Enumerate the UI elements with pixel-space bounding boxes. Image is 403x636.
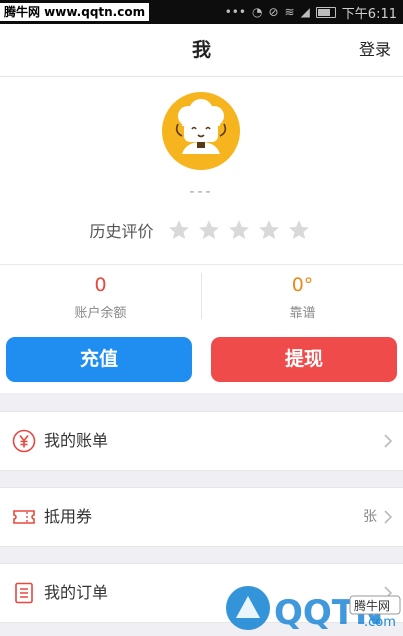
rating-row: 历史评价 [0,217,403,243]
menu-item-label: 抵用券 [44,507,93,526]
battery-icon [315,6,336,18]
reliability-value: 0° [291,274,314,296]
menu-item-label: 我的账单 [44,431,109,450]
menu-item-bills[interactable]: 我的账单 [0,411,403,471]
wifi-icon: ≋ [284,5,295,19]
menu-item-coupons[interactable]: 抵用券 张 [0,487,403,547]
rating-label: 历史评价 [89,222,154,241]
yen-icon [12,429,36,453]
star-icon [198,220,219,239]
chevron-right-icon [384,434,393,448]
status-bar: 腾牛网 www.qqtn.com ••• ◔ ⊘ ≋ ◢ 下午6:11 [0,0,403,24]
status-time: 下午6:11 [341,6,397,22]
star-icon [258,220,279,239]
withdraw-button[interactable]: 提现 [211,337,397,382]
alarm-icon: ◔ [251,5,263,19]
status-icons: ••• ◔ ⊘ ≋ ◢ 下午6:11 [225,0,397,24]
ticket-icon [13,510,35,524]
nav-bar: 我 登录 [0,24,403,77]
account-stats: 0 账户余额 0° 靠谱 [0,264,403,328]
signal-icon: ◢ [300,5,310,19]
menu-item-value: 张 [363,509,377,525]
balance-stat[interactable]: 0 账户余额 [0,265,201,327]
more-icon: ••• [224,5,246,19]
no-sim-icon: ⊘ [268,5,279,19]
login-button[interactable]: 登录 [359,24,391,76]
reliability-label: 靠谱 [289,306,316,321]
watermark-banner: 腾牛网 www.qqtn.com [0,3,150,21]
recharge-button[interactable]: 充值 [6,337,192,382]
chef-avatar-icon[interactable] [162,92,240,170]
profile-section: --- 历史评价 [0,77,403,264]
balance-label: 账户余额 [74,306,127,321]
list-icon [15,582,33,604]
star-icon [288,220,309,239]
star-icon [228,220,249,239]
qqtn-watermark-logo: QQTN .com 腾牛网 [226,586,401,633]
page-title: 我 [191,39,211,61]
watermark-domain: .com [364,615,396,630]
menu-item-label: 我的订单 [44,583,109,602]
action-buttons: 充值 提现 [0,327,403,393]
reliability-stat[interactable]: 0° 靠谱 [202,265,403,327]
chevron-right-icon [384,510,393,524]
watermark-badge: 腾牛网 [354,598,390,613]
balance-value: 0 [94,274,107,296]
nickname: --- [189,184,214,200]
star-icon [168,220,189,239]
